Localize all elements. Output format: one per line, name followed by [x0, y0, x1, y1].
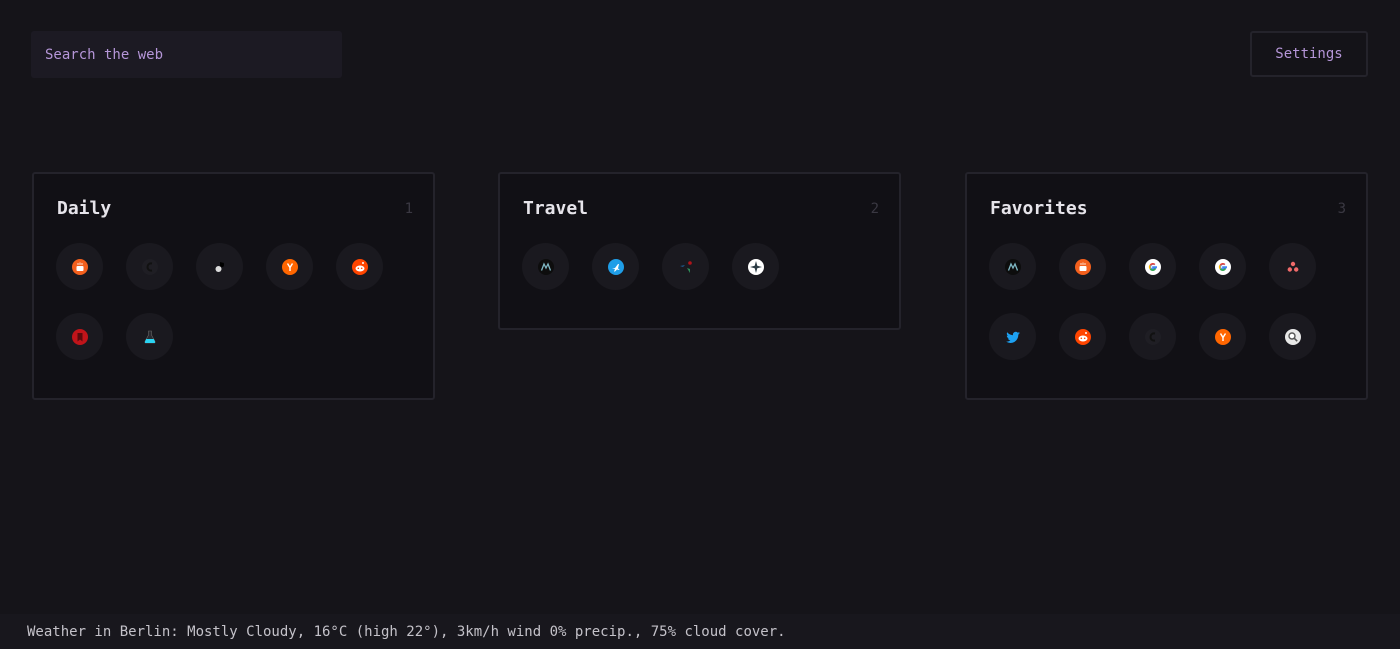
- mountain-m-icon: [1004, 258, 1021, 275]
- shortcut-mountain-logo-site[interactable]: [989, 243, 1036, 290]
- airplane-icon: [607, 258, 624, 275]
- shortcut-grid: [56, 243, 383, 360]
- group-number: 3: [1337, 201, 1346, 217]
- shortcut-hacker-news[interactable]: [1199, 313, 1246, 360]
- shortcut-coffee-app[interactable]: [56, 243, 103, 290]
- group-card-favorites: Favorites 3: [965, 172, 1368, 400]
- search-input[interactable]: Search the web: [31, 31, 342, 78]
- y-combinator-icon: [281, 258, 298, 275]
- dark-letter-icon: [1144, 328, 1161, 345]
- shortcut-google[interactable]: [1129, 243, 1176, 290]
- group-number: 1: [404, 201, 413, 217]
- shortcut-grid: [989, 243, 1316, 360]
- triangle-arrows-icon: [679, 260, 692, 273]
- magnifier-icon: [1284, 328, 1301, 345]
- mountain-m-icon: [537, 258, 554, 275]
- twitter-bird-icon: [1005, 331, 1020, 343]
- group-title: Daily: [57, 198, 112, 219]
- weather-text: Weather in Berlin: Mostly Cloudy, 16°C (…: [27, 623, 786, 640]
- reddit-alien-icon: [351, 258, 368, 275]
- shortcut-reddit[interactable]: [1059, 313, 1106, 360]
- shortcut-coffee-app[interactable]: [1059, 243, 1106, 290]
- google-g-icon: [1144, 258, 1161, 275]
- compass-icon: [747, 258, 764, 275]
- reddit-alien-icon: [1074, 328, 1091, 345]
- flask-icon: [144, 330, 155, 343]
- coffee-cup-icon: [1074, 258, 1091, 275]
- red-bookmark-icon: [71, 328, 88, 345]
- shortcut-arrows-site[interactable]: [662, 243, 709, 290]
- weather-bar: Weather in Berlin: Mostly Cloudy, 16°C (…: [0, 614, 1400, 649]
- y-combinator-icon: [1214, 328, 1231, 345]
- group-card-daily: Daily 1: [32, 172, 435, 400]
- google-g-icon: [1214, 258, 1231, 275]
- group-title: Travel: [523, 198, 589, 219]
- shortcut-flight-site[interactable]: [592, 243, 639, 290]
- shortcut-bookmark-site[interactable]: [56, 313, 103, 360]
- dark-letter-icon: [141, 258, 158, 275]
- shortcut-compass-site[interactable]: [732, 243, 779, 290]
- shortcut-google[interactable]: [1199, 243, 1246, 290]
- shortcut-twitter[interactable]: [989, 313, 1036, 360]
- shortcut-reddit[interactable]: [336, 243, 383, 290]
- shortcut-dark-logo-site[interactable]: [126, 243, 173, 290]
- shortcut-mountain-logo-site[interactable]: [522, 243, 569, 290]
- settings-button[interactable]: Settings: [1250, 31, 1368, 77]
- three-dots-icon: [1287, 261, 1298, 272]
- shortcut-grid: [522, 243, 849, 290]
- group-card-travel: Travel 2: [498, 172, 901, 330]
- spy-figure-icon: [215, 261, 224, 272]
- shortcut-dark-logo-site[interactable]: [1129, 313, 1176, 360]
- group-number: 2: [870, 201, 879, 217]
- shortcut-search-site[interactable]: [1269, 313, 1316, 360]
- coffee-cup-icon: [71, 258, 88, 275]
- shortcut-lab-flask-site[interactable]: [126, 313, 173, 360]
- search-placeholder: Search the web: [45, 46, 164, 63]
- shortcut-asana[interactable]: [1269, 243, 1316, 290]
- shortcut-spy-site[interactable]: [196, 243, 243, 290]
- shortcut-hacker-news[interactable]: [266, 243, 313, 290]
- group-title: Favorites: [990, 198, 1088, 219]
